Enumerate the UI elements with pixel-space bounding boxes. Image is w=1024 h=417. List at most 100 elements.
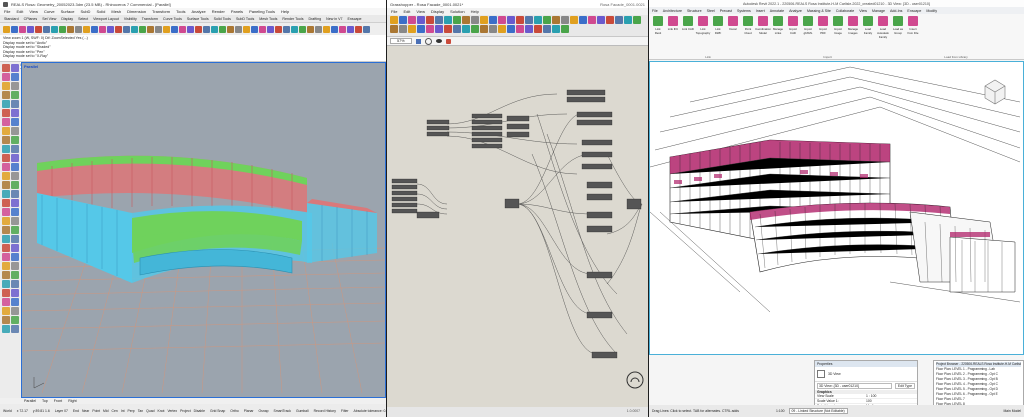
sidebar-tool-icon[interactable] <box>11 109 19 117</box>
sidebar-tool-icon[interactable] <box>11 136 19 144</box>
parallel-viewport[interactable]: Parallel <box>21 62 386 398</box>
rhino-tool-icon[interactable] <box>339 25 346 33</box>
ribbon-button[interactable]: Import gbXML <box>802 16 814 57</box>
gh-component-icon[interactable] <box>498 25 506 33</box>
rhino-toolbar-tab[interactable]: Curve Tools <box>163 17 182 21</box>
rhino-menu-item[interactable]: Help <box>281 9 289 14</box>
sidebar-tool-icon[interactable] <box>11 307 19 315</box>
revit-ribbon-tab[interactable]: Structure <box>687 9 702 13</box>
rhino-menu-item[interactable]: Analyze <box>191 9 205 14</box>
status-item[interactable]: Absolute tolerance: 0.01 <box>354 409 386 413</box>
gh-component-icon[interactable] <box>435 25 443 33</box>
rhino-menu-item[interactable]: View <box>29 9 38 14</box>
sidebar-tool-icon[interactable] <box>11 217 19 225</box>
ribbon-button[interactable]: Import CAD <box>787 16 799 57</box>
sidebar-tool-icon[interactable] <box>11 316 19 324</box>
gh-canvas[interactable] <box>387 54 648 407</box>
view-scale[interactable]: 1:100 <box>776 409 785 413</box>
rhino-tool-icon[interactable] <box>211 25 218 33</box>
sidebar-tool-icon[interactable] <box>2 208 10 216</box>
gh-component-icon[interactable] <box>543 25 551 33</box>
rhino-tool-icon[interactable] <box>315 25 322 33</box>
sidebar-tool-icon[interactable] <box>2 64 10 72</box>
revit-ribbon-tab[interactable]: Insert <box>756 9 765 13</box>
revit-3d-view[interactable] <box>649 61 1024 355</box>
sidebar-tool-icon[interactable] <box>2 289 10 297</box>
sidebar-tool-icon[interactable] <box>11 289 19 297</box>
sidebar-tool-icon[interactable] <box>11 271 19 279</box>
ribbon-button[interactable]: Load Family <box>862 16 874 57</box>
rhino-tool-icon[interactable] <box>219 25 226 33</box>
rhino-tool-icon[interactable] <box>363 25 370 33</box>
ribbon-button[interactable]: Point Cloud <box>742 16 754 57</box>
rhino-tool-icon[interactable] <box>11 25 18 33</box>
gh-component-icon[interactable] <box>426 16 434 24</box>
gh-component-icon[interactable] <box>552 25 560 33</box>
sidebar-tool-icon[interactable] <box>2 307 10 315</box>
rhino-menu-item[interactable]: SubD <box>80 9 90 14</box>
rhino-toolbar-tab[interactable]: Drafting <box>309 17 322 21</box>
gh-component-icon[interactable] <box>435 16 443 24</box>
gh-component-icon[interactable] <box>534 16 542 24</box>
gh-component-icon[interactable] <box>606 16 614 24</box>
sidebar-tool-icon[interactable] <box>2 262 10 270</box>
rhino-toolbar-tab[interactable]: Mesh Tools <box>259 17 277 21</box>
sidebar-tool-icon[interactable] <box>11 253 19 261</box>
gh-component-icon[interactable] <box>453 25 461 33</box>
sidebar-tool-icon[interactable] <box>2 217 10 225</box>
status-item[interactable]: Grid Snap <box>210 409 225 413</box>
rhino-tool-icon[interactable] <box>147 25 154 33</box>
viewport-tab[interactable]: Top <box>42 399 48 403</box>
gh-menu-item[interactable]: View <box>416 9 425 14</box>
rhino-toolbar-tab[interactable]: Surface Tools <box>187 17 209 21</box>
rhino-menu-item[interactable]: Mesh <box>111 9 121 14</box>
sidebar-tool-icon[interactable] <box>2 271 10 279</box>
rhino-tool-icon[interactable] <box>51 25 58 33</box>
workset-dropdown[interactable]: 09 - Linked Structure (Not Editable) <box>788 408 848 414</box>
rhino-menu-item[interactable]: File <box>4 9 10 14</box>
rhino-tool-icon[interactable] <box>131 25 138 33</box>
rhino-menu-item[interactable]: Dimension <box>127 9 146 14</box>
sidebar-tool-icon[interactable] <box>11 244 19 252</box>
gh-component-icon[interactable] <box>408 25 416 33</box>
rhino-toolbar-tab[interactable]: Viewport Layout <box>93 17 119 21</box>
gh-component-icon[interactable] <box>498 16 506 24</box>
rhino-tool-icon[interactable] <box>331 25 338 33</box>
rhino-tool-icon[interactable] <box>251 25 258 33</box>
osnap-checkbox[interactable]: Quad <box>146 409 154 413</box>
revit-ribbon-tab[interactable]: Modify <box>926 9 937 13</box>
gh-component-icon[interactable] <box>462 25 470 33</box>
rhino-menu-item[interactable]: Solid <box>96 9 105 14</box>
rhino-menu-item[interactable]: Surface <box>61 9 75 14</box>
rhino-tool-icon[interactable] <box>291 25 298 33</box>
gh-component-icon[interactable] <box>471 16 479 24</box>
sidebar-tool-icon[interactable] <box>11 163 19 171</box>
ribbon-button[interactable]: Manage Links <box>772 16 784 57</box>
save-icon[interactable] <box>415 38 421 44</box>
sidebar-tool-icon[interactable] <box>11 181 19 189</box>
rhino-tool-icon[interactable] <box>283 25 290 33</box>
rhino-tool-icon[interactable] <box>355 25 362 33</box>
sidebar-tool-icon[interactable] <box>2 136 10 144</box>
status-item[interactable]: Layer 07 <box>55 409 68 413</box>
gh-menu-item[interactable]: Edit <box>403 9 410 14</box>
gh-component-icon[interactable] <box>615 16 623 24</box>
sidebar-tool-icon[interactable] <box>11 82 19 90</box>
rhino-menu-item[interactable]: Render <box>212 9 225 14</box>
ribbon-button[interactable]: Load Autodesk Family <box>877 16 889 57</box>
gh-component-icon[interactable] <box>579 16 587 24</box>
rhino-toolbar-tab[interactable]: Render Tools <box>282 17 303 21</box>
sidebar-tool-icon[interactable] <box>2 145 10 153</box>
revit-ribbon-tab[interactable]: File <box>652 9 658 13</box>
sidebar-tool-icon[interactable] <box>2 118 10 126</box>
sidebar-tool-icon[interactable] <box>2 235 10 243</box>
gh-component-icon[interactable] <box>507 25 515 33</box>
status-item[interactable]: y 89.81 1.6 <box>33 409 50 413</box>
sidebar-tool-icon[interactable] <box>2 244 10 252</box>
status-item[interactable]: SmartTrack <box>274 409 291 413</box>
osnap-checkbox[interactable]: Point <box>92 409 100 413</box>
rhino-tool-icon[interactable] <box>27 25 34 33</box>
revit-ribbon-tab[interactable]: Collaborate <box>836 9 854 13</box>
sidebar-tool-icon[interactable] <box>11 235 19 243</box>
gh-component-icon[interactable] <box>417 25 425 33</box>
